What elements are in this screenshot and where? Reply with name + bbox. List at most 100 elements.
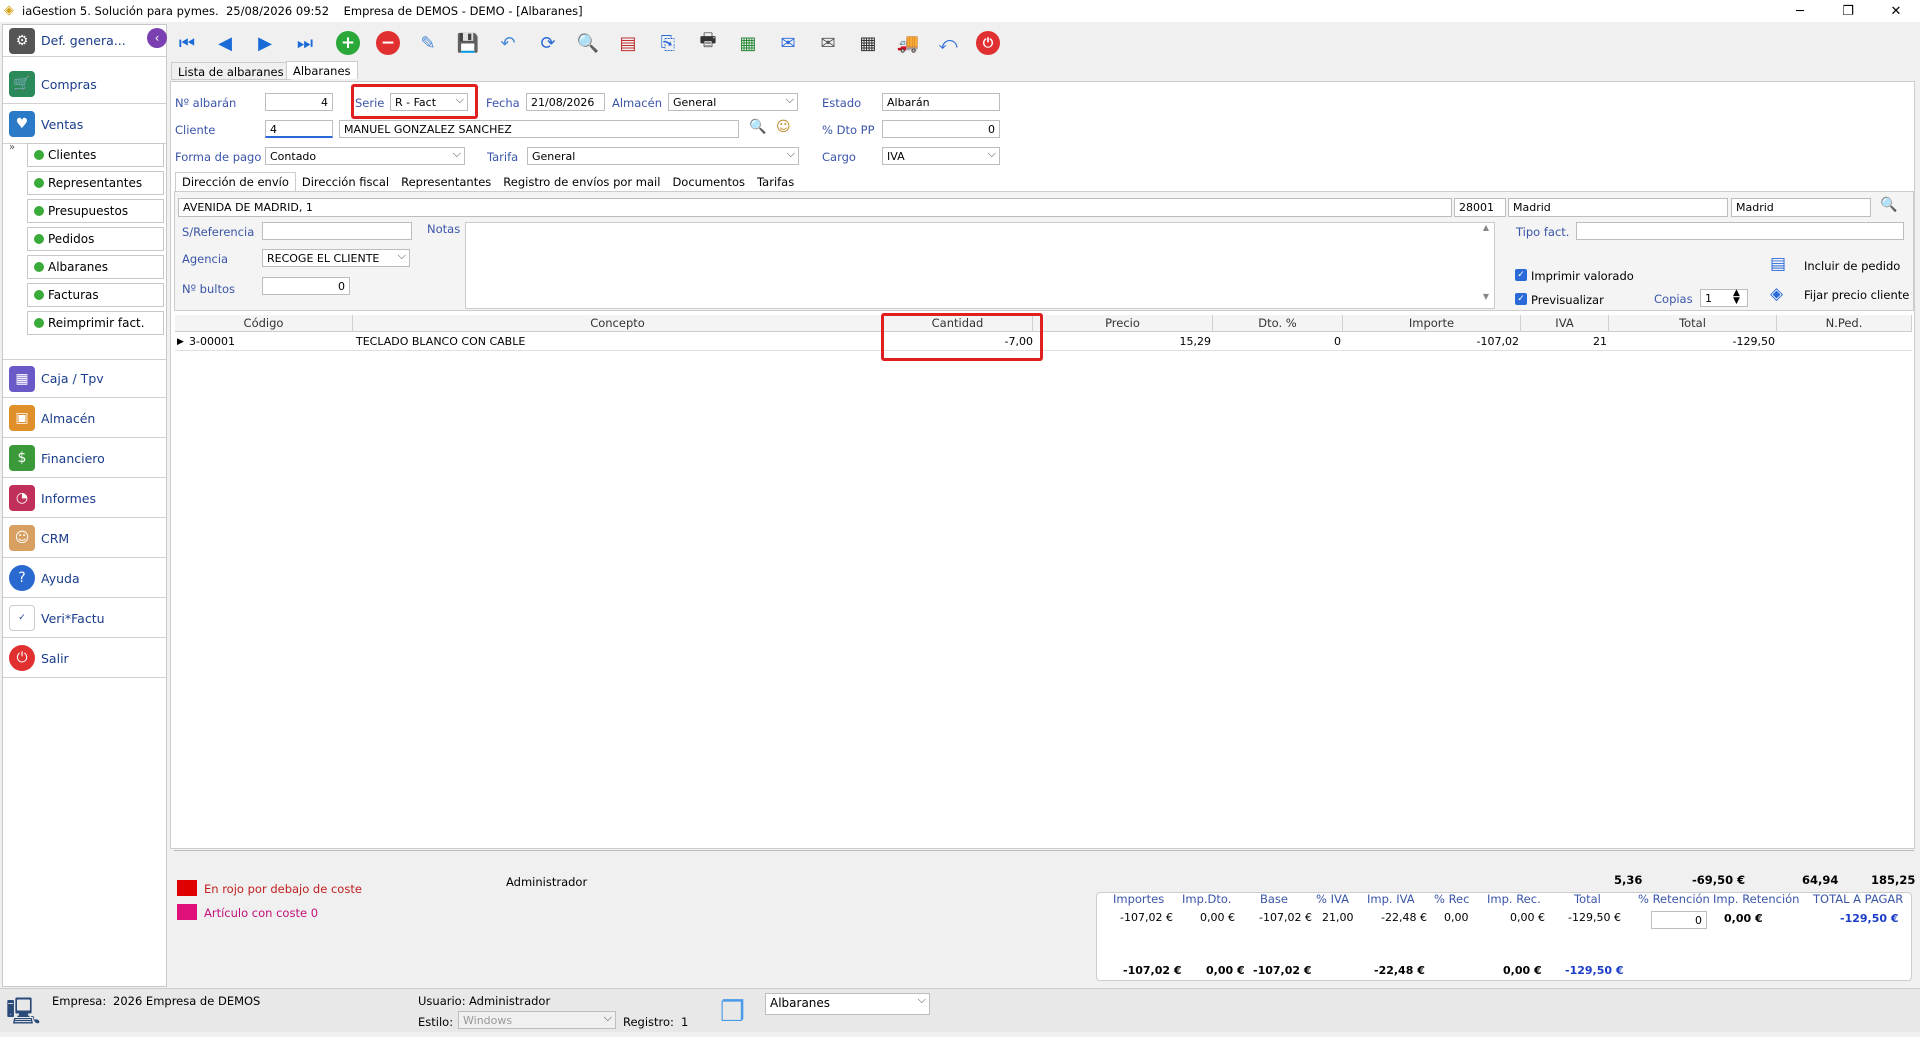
- n-albaran-field[interactable]: 4: [265, 93, 333, 111]
- collapse-sidebar-button[interactable]: ‹: [147, 28, 167, 48]
- tab-direccion-fiscal[interactable]: Dirección fiscal: [296, 172, 395, 192]
- sidebar-subitem-albaranes[interactable]: Albaranes: [27, 255, 164, 279]
- fecha-field[interactable]: 21/08/2026: [526, 93, 605, 111]
- cliente-code-field[interactable]: 4: [265, 120, 333, 138]
- close-window-button[interactable]: ✕: [1872, 0, 1920, 22]
- sidebar-item-financiero[interactable]: $ Financiero: [3, 439, 166, 478]
- sidebar-item-crm[interactable]: ☺ CRM: [3, 519, 166, 558]
- agencia-select[interactable]: RECOGE EL CLIENTE: [262, 249, 410, 267]
- stepper-arrows-icon[interactable]: ▲ ▼: [1733, 289, 1740, 306]
- email-icon[interactable]: ✉: [773, 28, 803, 58]
- incluir-pedido-button[interactable]: Incluir de pedido: [1804, 259, 1900, 273]
- notas-textarea[interactable]: [465, 222, 1495, 309]
- cell-dto[interactable]: 0: [1213, 334, 1341, 350]
- first-record-icon[interactable]: ⏮: [172, 28, 202, 58]
- excel-icon[interactable]: ▦: [733, 28, 763, 58]
- cp-field[interactable]: 28001: [1454, 198, 1506, 217]
- col-dto[interactable]: Dto. %: [1213, 315, 1343, 332]
- col-precio[interactable]: Precio: [1033, 315, 1213, 332]
- cell-concepto[interactable]: TECLADO BLANCO CON CABLE: [356, 334, 525, 350]
- bultos-field[interactable]: 0: [262, 277, 350, 295]
- cell-precio[interactable]: 15,29: [1033, 334, 1212, 350]
- street-field[interactable]: AVENIDA DE MADRID, 1: [178, 198, 1452, 217]
- cell-importe[interactable]: -107,02: [1343, 334, 1519, 350]
- cell-codigo[interactable]: 3-00001: [189, 334, 235, 350]
- pdf-icon[interactable]: ▤: [613, 28, 643, 58]
- tab-direccion-envio[interactable]: Dirección de envío: [175, 172, 296, 192]
- cell-nped[interactable]: [1777, 334, 1910, 350]
- tipo-fact-field[interactable]: [1576, 222, 1904, 240]
- tab-tarifas[interactable]: Tarifas: [751, 172, 800, 192]
- search-address-icon[interactable]: 🔍: [1880, 197, 1897, 213]
- minimize-button[interactable]: ─: [1776, 0, 1824, 22]
- edit-icon[interactable]: ✎: [413, 28, 443, 58]
- fijar-precio-button[interactable]: Fijar precio cliente: [1804, 288, 1909, 302]
- incluir-pedido-icon[interactable]: ▤: [1770, 254, 1786, 274]
- search-list-icon[interactable]: 🔍: [573, 28, 603, 58]
- col-nped[interactable]: N.Ped.: [1777, 315, 1912, 332]
- last-record-icon[interactable]: ⏭: [290, 28, 320, 58]
- copy-document-icon[interactable]: ⎘: [653, 28, 683, 58]
- exit-power-icon[interactable]: ⏻: [973, 28, 1003, 58]
- previsualizar-checkbox[interactable]: ✓: [1515, 293, 1527, 305]
- add-icon[interactable]: +: [333, 28, 363, 58]
- sidebar-subitem-representantes[interactable]: Representantes: [27, 171, 164, 195]
- city-field[interactable]: Madrid: [1508, 198, 1728, 217]
- sidebar-item-almacen[interactable]: ▣ Almacén: [3, 399, 166, 438]
- sidebar-item-informes[interactable]: ◔ Informes: [3, 479, 166, 518]
- sref-field[interactable]: [262, 222, 412, 240]
- delivery-truck-icon[interactable]: 🚚: [893, 28, 923, 58]
- col-total[interactable]: Total: [1609, 315, 1777, 332]
- delete-icon[interactable]: −: [373, 28, 403, 58]
- sidebar-subitem-facturas[interactable]: Facturas: [27, 283, 164, 307]
- return-icon[interactable]: ⤺: [933, 28, 963, 58]
- sidebar-item-def-general[interactable]: ⚙ Def. genera... ‹: [3, 25, 167, 57]
- copias-stepper[interactable]: 1: [1700, 289, 1748, 307]
- sidebar-item-ayuda[interactable]: ? Ayuda: [3, 559, 166, 598]
- cargo-select[interactable]: IVA: [882, 147, 1000, 165]
- next-record-icon[interactable]: ▶: [250, 28, 280, 58]
- col-concepto[interactable]: Concepto: [353, 315, 883, 332]
- sidebar-item-salir[interactable]: ⏻ Salir: [3, 639, 166, 678]
- sidebar-item-verifactu[interactable]: ✓ Veri*Factu: [3, 599, 166, 638]
- sidebar-item-ventas[interactable]: ♥ Ventas: [3, 105, 166, 144]
- cell-iva[interactable]: 21: [1521, 334, 1607, 350]
- sidebar-subitem-reimprimir[interactable]: Reimprimir fact.: [27, 311, 164, 335]
- sidebar-subitem-pedidos[interactable]: Pedidos: [27, 227, 164, 251]
- col-iva[interactable]: IVA: [1521, 315, 1609, 332]
- client-card-icon[interactable]: ☺: [776, 119, 791, 135]
- sidebar-subitem-clientes[interactable]: Clientes: [27, 143, 164, 167]
- sidebar-subitem-presupuestos[interactable]: Presupuestos: [27, 199, 164, 223]
- module-select[interactable]: Albaranes: [765, 993, 930, 1015]
- tab-documentos[interactable]: Documentos: [666, 172, 751, 192]
- save-icon[interactable]: 💾: [453, 28, 483, 58]
- fijar-precio-icon[interactable]: ◈: [1770, 284, 1783, 304]
- calculator-icon[interactable]: ▦: [853, 28, 883, 58]
- tab-registro-envios[interactable]: Registro de envíos por mail: [497, 172, 666, 192]
- print-icon[interactable]: 🖶: [693, 28, 723, 58]
- tarifa-select[interactable]: General: [527, 147, 799, 165]
- imprimir-valorado-checkbox[interactable]: ✓: [1515, 269, 1527, 281]
- sidebar-item-caja[interactable]: ▦ Caja / Tpv: [3, 359, 166, 398]
- sidebar-item-compras[interactable]: 🛒 Compras: [3, 65, 166, 104]
- tab-representantes[interactable]: Representantes: [395, 172, 497, 192]
- dto-pp-field[interactable]: 0: [882, 120, 1000, 138]
- estilo-select[interactable]: Windows: [458, 1011, 616, 1029]
- cliente-name-field[interactable]: MANUEL GONZALEZ SANCHEZ: [339, 120, 739, 138]
- email-settings-icon[interactable]: ✉: [813, 28, 843, 58]
- col-codigo[interactable]: Código: [175, 315, 353, 332]
- estado-field[interactable]: Albarán: [882, 93, 1000, 111]
- almacen-select[interactable]: General: [668, 93, 798, 111]
- refresh-icon[interactable]: ⟳: [533, 28, 563, 58]
- col-importe[interactable]: Importe: [1343, 315, 1521, 332]
- retencion-pct-field[interactable]: 0: [1651, 911, 1707, 929]
- cell-total[interactable]: -129,50: [1609, 334, 1775, 350]
- collapse-chevron-icon[interactable]: »: [9, 142, 15, 153]
- previous-record-icon[interactable]: ◀: [210, 28, 240, 58]
- undo-icon[interactable]: ↶: [493, 28, 523, 58]
- province-field[interactable]: Madrid: [1731, 198, 1871, 217]
- notas-scrollbar[interactable]: ▲ ▼: [1478, 223, 1494, 308]
- search-client-icon[interactable]: 🔍: [749, 119, 766, 135]
- maximize-button[interactable]: ❐: [1824, 0, 1872, 22]
- tab-albaranes[interactable]: Albaranes: [286, 61, 358, 79]
